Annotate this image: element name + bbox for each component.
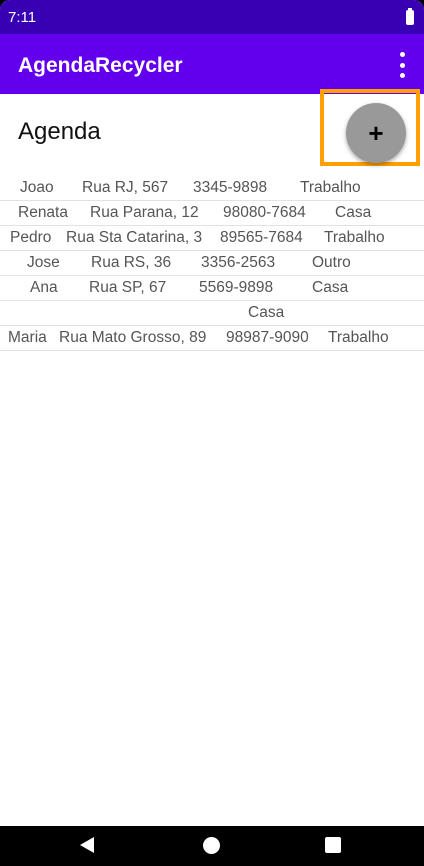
page-title: Agenda	[18, 118, 101, 145]
more-vert-icon[interactable]	[394, 52, 410, 78]
contact-address: Rua SP, 67	[89, 279, 167, 296]
contact-type: Casa	[335, 204, 372, 221]
phone-screen: 7:11 AgendaRecycler Agenda + Joao Rua RJ…	[0, 0, 424, 866]
contact-phone: 3345-9898	[193, 179, 268, 196]
contact-phone: 98987-9090	[226, 329, 309, 346]
contact-type: Trabalho	[328, 329, 389, 346]
list-item[interactable]: Casa	[0, 301, 424, 326]
list-item[interactable]: Pedro Rua Sta Catarina, 3 89565-7684 Tra…	[0, 226, 424, 251]
contact-name: Maria	[8, 329, 47, 346]
list-item[interactable]: Maria Rua Mato Grosso, 89 98987-9090 Tra…	[0, 326, 424, 351]
contact-address: Rua Sta Catarina, 3	[66, 229, 203, 246]
contact-address: Rua RS, 36	[91, 254, 172, 271]
contact-name: Renata	[18, 204, 68, 221]
status-time: 7:11	[8, 9, 37, 26]
contact-type: Casa	[312, 279, 349, 296]
contact-type: Trabalho	[300, 179, 361, 196]
navigation-bar	[0, 826, 424, 866]
contact-address: Rua Parana, 12	[90, 204, 199, 221]
home-circle-icon[interactable]	[203, 837, 220, 854]
contact-name: Jose	[27, 254, 60, 271]
add-contact-button[interactable]: +	[346, 103, 406, 163]
back-triangle-icon[interactable]	[80, 837, 94, 853]
contact-list[interactable]: Joao Rua RJ, 567 3345-9898 Trabalho Rena…	[0, 176, 424, 351]
list-item[interactable]: Renata Rua Parana, 12 98080-7684 Casa	[0, 201, 424, 226]
contact-name: Pedro	[10, 229, 52, 246]
contact-name: Ana	[30, 279, 58, 296]
list-item[interactable]: Joao Rua RJ, 567 3345-9898 Trabalho	[0, 176, 424, 201]
contact-phone: 98080-7684	[223, 204, 306, 221]
contact-address: Rua RJ, 567	[82, 179, 169, 196]
contact-address: Rua Mato Grosso, 89	[59, 329, 207, 346]
contact-phone: 89565-7684	[220, 229, 303, 246]
app-title: AgendaRecycler	[18, 54, 183, 77]
contact-name: Joao	[20, 179, 54, 196]
plus-icon: +	[368, 117, 384, 148]
battery-icon	[406, 8, 414, 25]
contact-phone: 3356-2563	[201, 254, 276, 271]
list-item[interactable]: Ana Rua SP, 67 5569-9898 Casa	[0, 276, 424, 301]
recent-square-icon[interactable]	[325, 837, 341, 853]
contact-phone: 5569-9898	[199, 279, 274, 296]
list-item[interactable]: Jose Rua RS, 36 3356-2563 Outro	[0, 251, 424, 276]
contact-type: Outro	[312, 254, 351, 271]
status-bar: 7:11	[0, 0, 424, 34]
app-bar: AgendaRecycler	[0, 34, 424, 94]
contact-type: Casa	[248, 304, 285, 321]
contact-type: Trabalho	[324, 229, 385, 246]
